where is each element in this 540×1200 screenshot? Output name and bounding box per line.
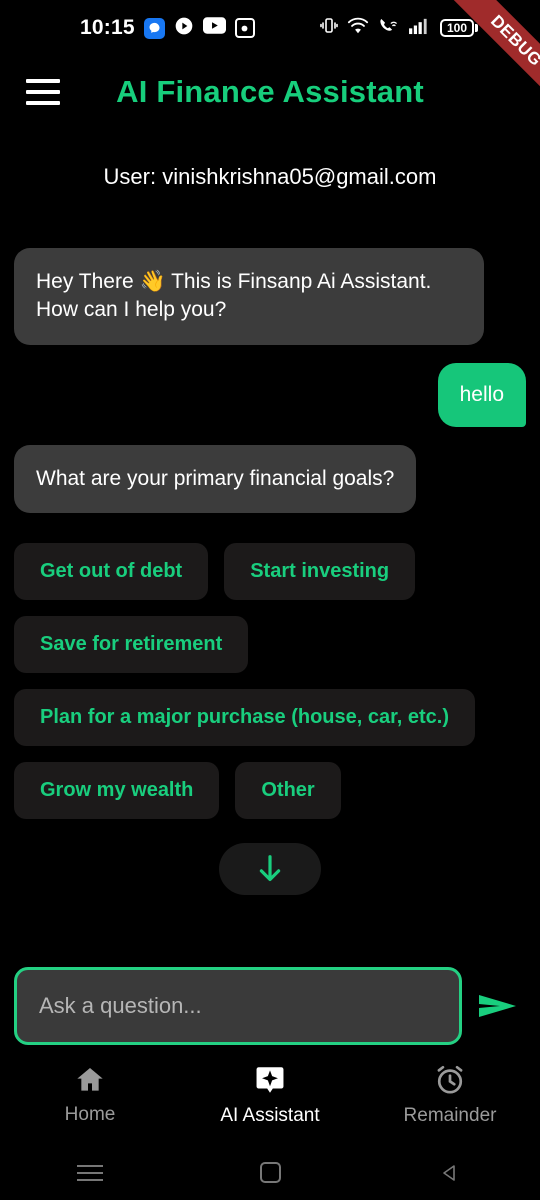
ai-sparkle-icon xyxy=(256,1067,284,1093)
scroll-down-wrap xyxy=(0,843,540,896)
suggestion-chip[interactable]: Get out of debt xyxy=(14,543,209,601)
send-arrow-icon xyxy=(479,995,516,1017)
nav-item-label: Remainder xyxy=(403,1105,497,1126)
send-button[interactable] xyxy=(470,978,526,1034)
recents-button[interactable] xyxy=(0,1164,180,1181)
suggestion-chips: Get out of debt Start investing Save for… xyxy=(0,531,540,820)
message-input[interactable]: Ask a question... xyxy=(14,967,462,1045)
message-bubble: Hey There 👋 This is Finsanp Ai Assistant… xyxy=(14,248,484,345)
battery-icon: 100 xyxy=(440,19,478,37)
app-screen: 10:15 100 DEBUG AI Finance Assistant Use… xyxy=(0,0,540,1200)
recents-icon xyxy=(77,1164,103,1181)
signal-bars-icon xyxy=(408,16,431,40)
hamburger-menu-icon[interactable] xyxy=(26,79,60,105)
nav-item-home[interactable]: Home xyxy=(0,1064,180,1126)
composer: Ask a question... xyxy=(0,967,540,1045)
wifi-icon xyxy=(347,16,369,40)
nav-item-label: AI Assistant xyxy=(220,1105,320,1126)
nav-item-ai-assistant[interactable]: AI Assistant xyxy=(180,1063,360,1127)
suggestion-chip[interactable]: Plan for a major purchase (house, car, e… xyxy=(14,689,476,747)
vibrate-icon xyxy=(320,16,338,40)
message-bubble: What are your primary financial goals? xyxy=(14,445,417,514)
system-navigation-bar xyxy=(0,1145,540,1200)
status-bar: 10:15 100 DEBUG xyxy=(0,0,540,123)
back-triangle-icon xyxy=(443,1164,455,1181)
home-square-icon xyxy=(259,1162,281,1183)
nav-item-label: Home xyxy=(64,1104,116,1125)
play-circle-icon xyxy=(174,16,194,41)
chat-message-assistant: What are your primary financial goals? xyxy=(14,445,526,514)
nav-item-remainder[interactable]: Remainder xyxy=(360,1063,540,1127)
suggestion-chip[interactable]: Other xyxy=(235,762,341,820)
messenger-icon xyxy=(143,17,165,39)
back-button[interactable] xyxy=(360,1162,540,1184)
suggestion-chip[interactable]: Start investing xyxy=(224,543,416,601)
chat-message-user: hello xyxy=(14,362,526,428)
user-email-label: User: vinishkrishna05@gmail.com xyxy=(103,164,437,189)
youtube-icon xyxy=(202,17,226,39)
status-bar-left: 10:15 xyxy=(80,16,255,41)
arrow-down-icon xyxy=(259,855,281,882)
message-bubble: hello xyxy=(437,362,526,428)
screenshot-icon xyxy=(234,18,255,38)
chat-thread: Hey There 👋 This is Finsanp Ai Assistant… xyxy=(0,248,540,514)
call-wifi-icon xyxy=(378,16,399,40)
app-bar: AI Finance Assistant xyxy=(0,56,540,128)
bottom-navigation: Home AI Assistant Remainder xyxy=(0,1045,540,1145)
message-input-placeholder: Ask a question... xyxy=(39,993,202,1018)
status-bar-clock: 10:15 xyxy=(80,16,135,39)
suggestion-chip[interactable]: Grow my wealth xyxy=(14,762,220,820)
status-bar-right: 100 xyxy=(320,16,526,40)
page-title: AI Finance Assistant xyxy=(116,74,424,109)
scroll-to-bottom-button[interactable] xyxy=(219,843,321,896)
chat-message-assistant: Hey There 👋 This is Finsanp Ai Assistant… xyxy=(14,248,526,345)
system-home-button[interactable] xyxy=(180,1162,360,1183)
home-icon xyxy=(77,1068,103,1091)
suggestion-chip[interactable]: Save for retirement xyxy=(14,616,249,674)
alarm-clock-icon xyxy=(437,1065,463,1094)
battery-level: 100 xyxy=(446,21,468,35)
